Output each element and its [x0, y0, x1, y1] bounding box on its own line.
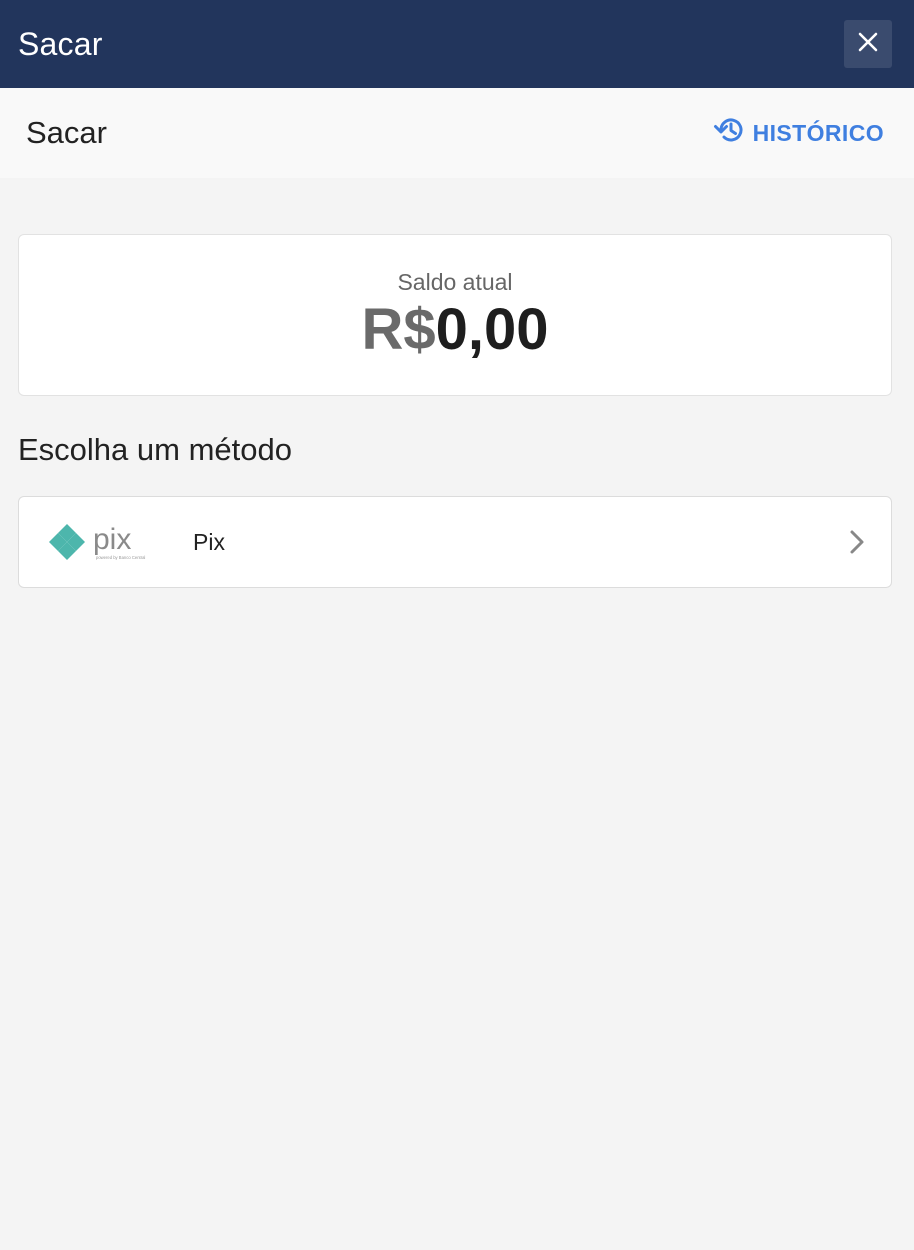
top-bar: Sacar: [0, 0, 914, 88]
method-label: Pix: [193, 528, 225, 555]
pix-logo-tagline: powered by Banco Central: [96, 555, 145, 560]
pix-logo-text: pix: [93, 523, 131, 556]
sub-header: Sacar HISTÓRICO: [0, 88, 914, 178]
history-button[interactable]: HISTÓRICO: [713, 114, 884, 152]
history-label: HISTÓRICO: [752, 119, 884, 146]
balance-amount: 0,00: [435, 296, 549, 362]
balance-card: Saldo atual R$0,00: [18, 234, 892, 396]
balance-label: Saldo atual: [397, 268, 513, 295]
balance-value: R$0,00: [361, 296, 549, 362]
main-content: Saldo atual R$0,00 Escolha um método pix…: [0, 178, 914, 588]
close-icon: [857, 31, 879, 58]
history-icon: [713, 114, 747, 152]
section-title: Escolha um método: [18, 432, 292, 467]
balance-currency: R$: [361, 296, 436, 362]
pix-logo: pix powered by Banco Central: [49, 521, 163, 563]
method-item-pix[interactable]: pix powered by Banco Central Pix: [18, 496, 892, 588]
close-button[interactable]: [844, 20, 892, 68]
chevron-right-icon: [849, 529, 865, 555]
window-title: Sacar: [18, 25, 103, 62]
page-title: Sacar: [26, 115, 107, 150]
